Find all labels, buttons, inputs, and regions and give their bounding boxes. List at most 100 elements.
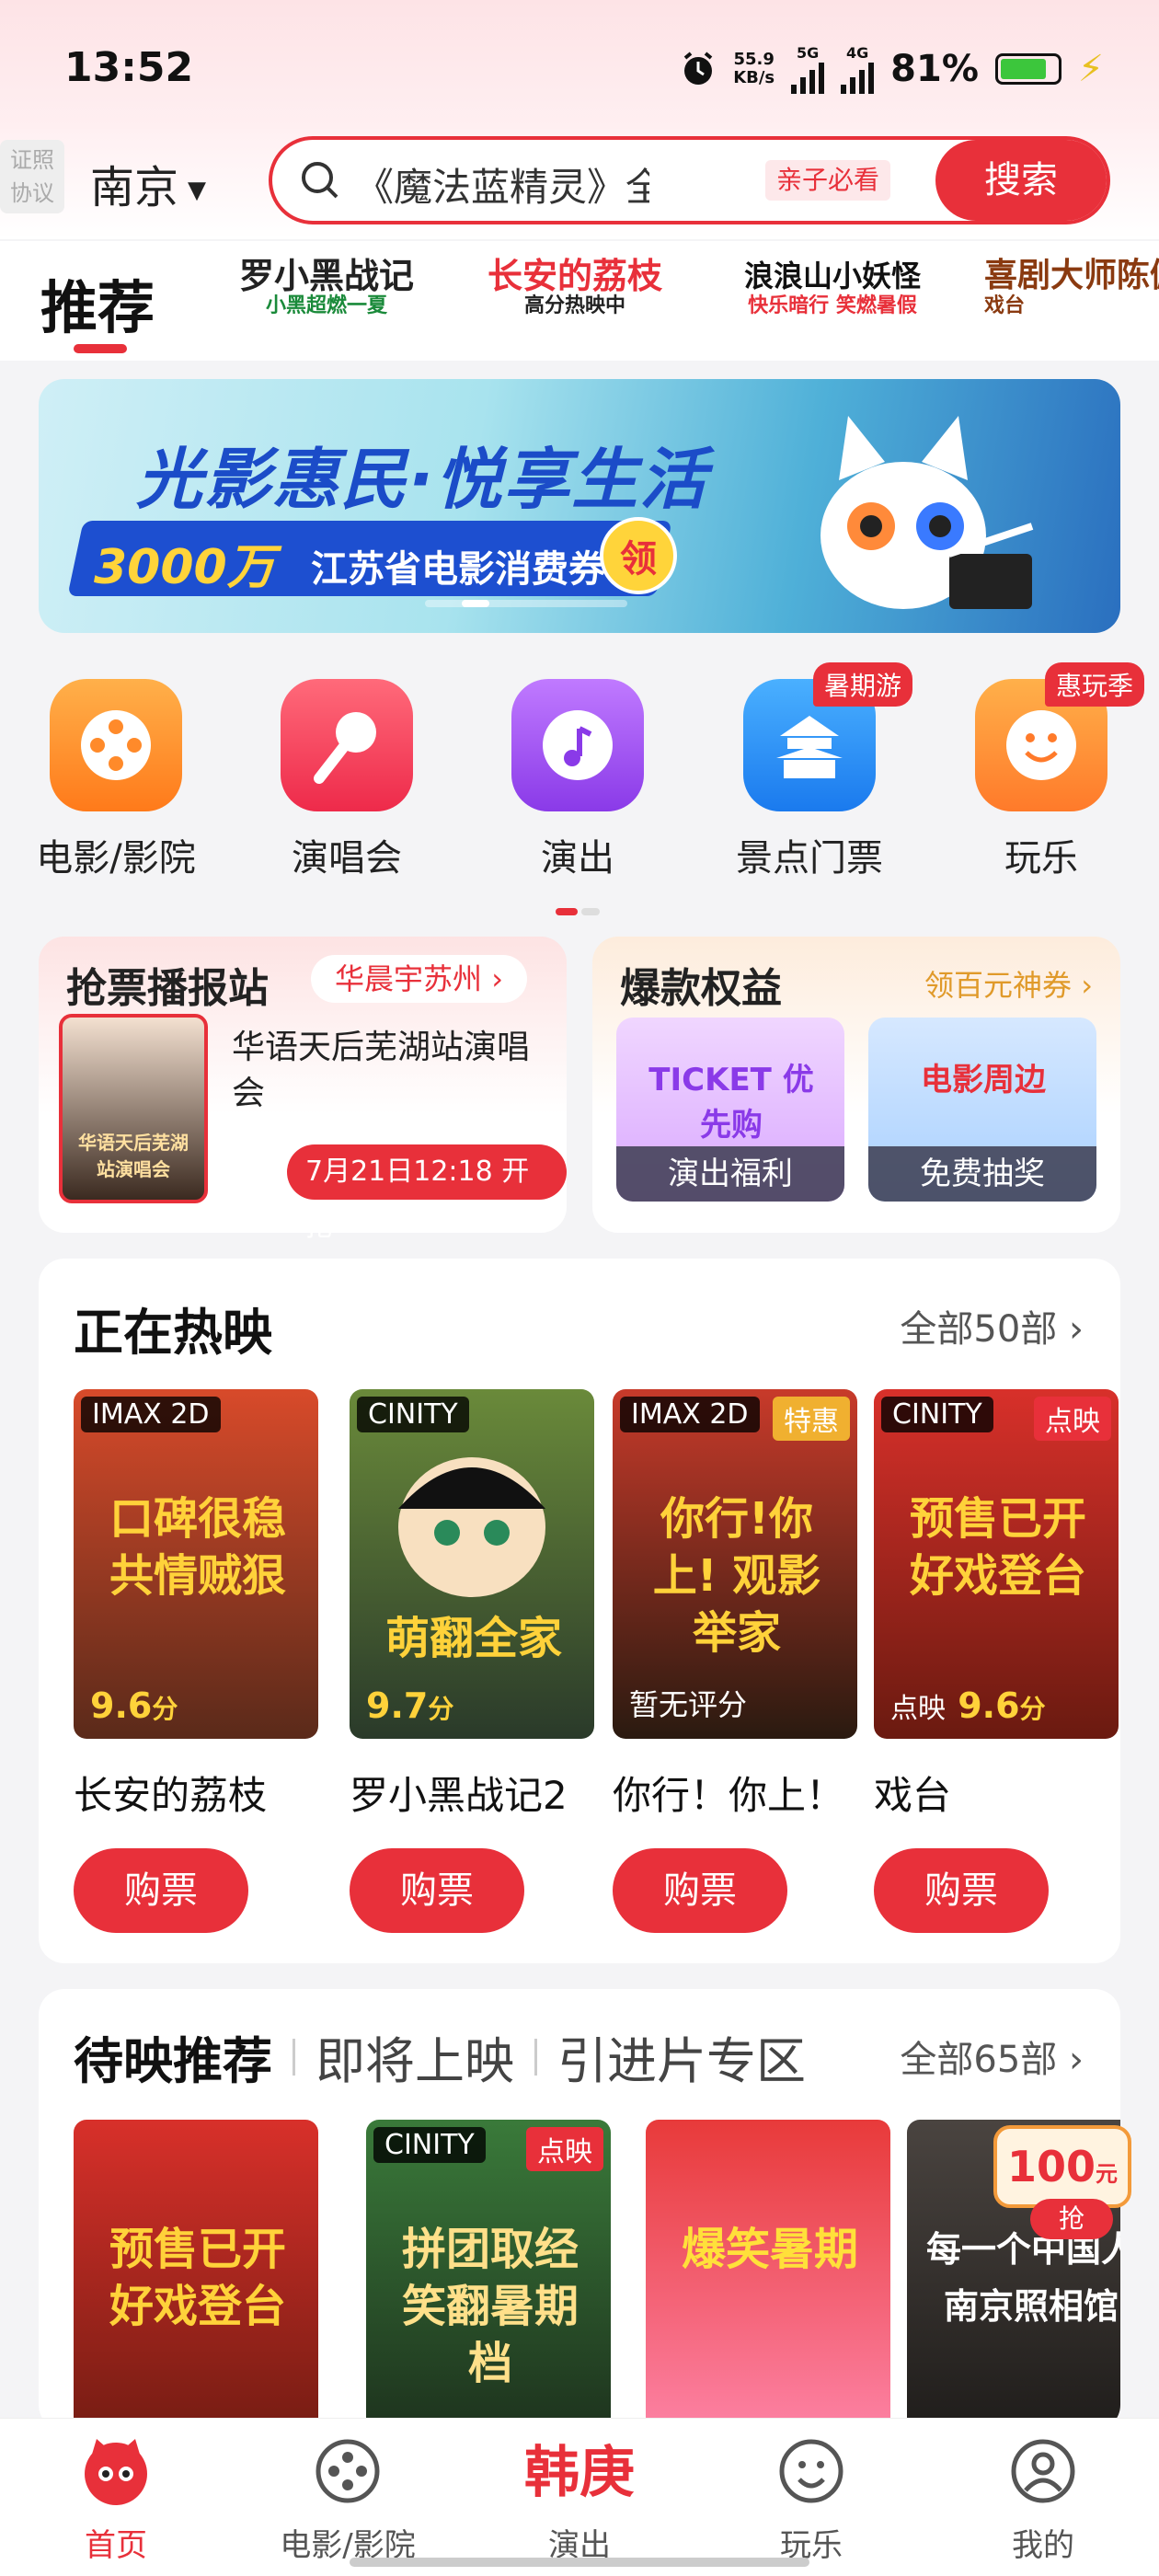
- bottom-nav: 首页 电影/影院 韩庚 演出 玩乐 我的: [0, 2418, 1159, 2576]
- category-scenic[interactable]: 暑期游 景点门票: [717, 662, 912, 881]
- benefit-free-lottery[interactable]: 电影周边 免费抽奖: [868, 1018, 1096, 1202]
- tab-logo-luoxiaohei[interactable]: 罗小黑战记 小黑超燃一夏: [230, 258, 423, 318]
- category-fun[interactable]: 惠玩季 玩乐: [949, 662, 1144, 881]
- tab-recommend[interactable]: 推荐: [40, 261, 155, 344]
- city-name: 南京: [90, 162, 179, 213]
- movie-poster[interactable]: 爆笑暑期: [646, 2120, 890, 2431]
- movie-poster[interactable]: 预售已开 好戏登台: [74, 2120, 318, 2431]
- category-show[interactable]: 演出: [486, 679, 670, 881]
- ticket-card-title: 抢票播报站: [66, 965, 269, 1012]
- upcoming-card[interactable]: 拼团取经 笑翻暑期档 CINITY 点映: [366, 2120, 611, 2431]
- movie-poster[interactable]: 口碑很稳共情贼狠 IMAX 2D 9.6分: [74, 1389, 318, 1739]
- tab-underline: [74, 344, 127, 353]
- channel-tabs: 推荐 罗小黑战记 小黑超燃一夏 长安的荔枝 高分热映中 浪浪山小妖怪 快乐暗行 笑燃暑…: [0, 241, 1159, 361]
- cert-agreement-link[interactable]: 证照协议: [0, 140, 64, 213]
- tab-imported[interactable]: 引进片专区: [557, 2020, 806, 2093]
- movie-poster[interactable]: 萌翻全家 CINITY 9.7分: [350, 1389, 594, 1739]
- tab-upcoming-recommend[interactable]: 待映推荐: [74, 2020, 272, 2093]
- nav-movies[interactable]: 电影/影院: [256, 2433, 440, 2565]
- movie-poster[interactable]: 预售已开 好戏登台 CINITY 点映 点映 9.6分: [874, 1389, 1119, 1739]
- now-showing-title: 正在热映: [74, 1304, 272, 1362]
- benefit-card-title: 爆款权益: [620, 965, 782, 1012]
- alarm-icon: [683, 52, 713, 85]
- signal-4g: 4G: [841, 44, 875, 94]
- buy-ticket-button[interactable]: 购票: [613, 1848, 787, 1933]
- nav-shows-highlight: 韩庚: [524, 2441, 635, 2505]
- smiley-icon: [779, 2439, 843, 2503]
- film-reel-icon: [316, 2439, 380, 2503]
- movie-card[interactable]: 口碑很稳共情贼狠 IMAX 2D 9.6分 长安的荔枝 购票: [74, 1389, 318, 1933]
- nav-fun[interactable]: 玩乐: [719, 2433, 903, 2565]
- banner-claim-badge: 领: [600, 517, 677, 594]
- ticket-broadcast-card[interactable]: 抢票播报站 华晨宇苏州 › 华语天后芜湖站演唱会 华语天后芜湖站演唱会 7月21…: [39, 937, 567, 1243]
- merch-art: 电影周边: [921, 1062, 1046, 1098]
- upcoming-card[interactable]: 预售已开 好戏登台: [74, 2120, 318, 2431]
- movie-name: 长安的荔枝: [74, 1773, 268, 1818]
- movie-card[interactable]: 你行!你上! 观影举家 IMAX 2D 特惠 暂无评分 你行！你上！ 购票: [613, 1389, 857, 1933]
- status-icons: 55.9 KB/s 5G 4G 81% ⚡: [680, 44, 1104, 94]
- search-bar[interactable]: 《魔法蓝精灵》全… 亲子必看 搜索: [269, 136, 1110, 224]
- movie-name: 罗小黑战记2: [350, 1773, 568, 1818]
- floating-coupon[interactable]: 100元 抢: [984, 2107, 1141, 2245]
- net-speed: 55.9 KB/s: [733, 50, 775, 87]
- temple-icon: 暑期游: [743, 662, 912, 811]
- banner-title: 光影惠民·悦享生活: [136, 441, 708, 518]
- upcoming-section: 待映推荐 即将上映 引进片专区 全部65部 › 预售已开 好戏登台 拼团取经 笑…: [39, 1989, 1120, 2431]
- ticket-art: TICKET 优先购: [648, 1062, 814, 1144]
- badge-summer-trip: 暑期游: [812, 662, 912, 707]
- battery-icon: [994, 53, 1061, 85]
- top-header: 证照协议 南京 ▼ 《魔法蓝精灵》全… 亲子必看 搜索: [0, 129, 1159, 239]
- hot-benefits-card: 爆款权益 领百元神券 › TICKET 优先购 演出福利 电影周边 免费抽奖: [592, 937, 1120, 1233]
- upcoming-more-link[interactable]: 全部65部 ›: [900, 2030, 1084, 2083]
- charging-icon: ⚡: [1077, 48, 1104, 90]
- movie-name: 戏台: [874, 1773, 952, 1818]
- banner-subtitle: 江苏省电影消费券: [311, 548, 605, 591]
- microphone-icon: [281, 679, 413, 811]
- movie-card[interactable]: 萌翻全家 CINITY 9.7分 罗小黑战记2 购票: [350, 1389, 594, 1933]
- now-showing-more-link[interactable]: 全部50部 ›: [900, 1299, 1084, 1352]
- status-bar: 13:52 55.9 KB/s 5G 4G 81% ⚡: [0, 0, 1159, 138]
- ticket-location-link[interactable]: 华晨宇苏州 ›: [311, 955, 527, 1003]
- tab-logo-lizhi[interactable]: 长安的荔枝 高分热映中: [478, 258, 671, 318]
- badge-fun-season: 惠玩季: [1044, 662, 1144, 707]
- city-selector[interactable]: 南京 ▼: [90, 151, 206, 215]
- nav-profile[interactable]: 我的: [951, 2433, 1135, 2565]
- benefit-show-welfare[interactable]: TICKET 优先购 演出福利: [616, 1018, 844, 1202]
- coupon-link[interactable]: 领百元神券 ›: [924, 962, 1093, 1005]
- banner-amount: 3000万: [94, 540, 275, 595]
- category-grid: 电影/影院 演唱会 演出 暑期游 景点门票 惠玩季 玩乐: [0, 662, 1159, 881]
- film-reel-icon: [50, 679, 182, 811]
- movie-poster[interactable]: 你行!你上! 观影举家 IMAX 2D 特惠 暂无评分: [613, 1389, 857, 1739]
- buy-ticket-button[interactable]: 购票: [350, 1848, 524, 1933]
- ticket-description: 华语天后芜湖站演唱会: [232, 1029, 531, 1112]
- buy-ticket-button[interactable]: 购票: [74, 1848, 248, 1933]
- nav-home[interactable]: 首页: [24, 2433, 208, 2565]
- user-icon: [1011, 2439, 1075, 2503]
- movie-poster[interactable]: 拼团取经 笑翻暑期档 CINITY 点映: [366, 2120, 611, 2431]
- movie-card[interactable]: 预售已开 好戏登台 CINITY 点映 点映 9.6分 戏台 购票: [874, 1389, 1119, 1933]
- home-indicator[interactable]: [350, 2558, 809, 2567]
- search-input[interactable]: 《魔法蓝精灵》全…: [355, 156, 649, 213]
- concert-poster: 华语天后芜湖站演唱会: [59, 1014, 208, 1203]
- signal-5g: 5G: [791, 44, 825, 94]
- smiley-icon: 惠玩季: [975, 662, 1144, 811]
- cat-mascot-icon: [820, 416, 1034, 609]
- category-movie[interactable]: 电影/影院: [24, 679, 208, 881]
- search-button[interactable]: 搜索: [935, 140, 1107, 221]
- tab-logo-xitai[interactable]: 喜剧大师陈佩斯戏台: [984, 258, 1159, 318]
- buy-ticket-button[interactable]: 购票: [874, 1848, 1049, 1933]
- nav-shows[interactable]: 韩庚 演出: [488, 2433, 671, 2565]
- category-page-indicator: [556, 902, 603, 915]
- search-icon: [302, 162, 339, 199]
- coupon-amount: 100元: [993, 2125, 1131, 2208]
- music-note-icon: [511, 679, 644, 811]
- cat-face-icon: [85, 2439, 147, 2505]
- upcoming-card[interactable]: 爆笑暑期: [646, 2120, 890, 2431]
- promo-banner[interactable]: 光影惠民·悦享生活 3000万 江苏省电影消费券 领: [39, 379, 1120, 633]
- search-tag: 亲子必看: [765, 160, 891, 201]
- ticket-sale-time: 7月21日12:18 开抢: [287, 1144, 567, 1243]
- coupon-grab-button[interactable]: 抢: [1030, 2199, 1113, 2239]
- tab-logo-langlangshan[interactable]: 浪浪山小妖怪 快乐暗行 笑燃暑假: [727, 258, 938, 318]
- tab-coming-soon[interactable]: 即将上映: [316, 2020, 514, 2093]
- category-concert[interactable]: 演唱会: [255, 679, 439, 881]
